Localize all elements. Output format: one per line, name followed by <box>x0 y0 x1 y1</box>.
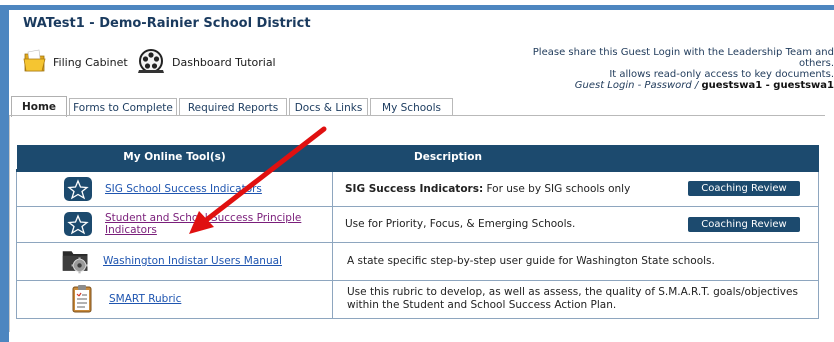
dashboard-tutorial-label: Dashboard Tutorial <box>172 56 276 69</box>
guest-login-note: Please share this Guest Login with the L… <box>504 47 834 91</box>
tab-my-schools[interactable]: My Schools <box>370 98 453 116</box>
tab-home[interactable]: Home <box>11 96 67 117</box>
folder-gear-icon <box>61 247 91 275</box>
row-description: SIG Success Indicators: For use by SIG s… <box>345 183 630 195</box>
window-left-border <box>0 5 9 342</box>
filing-cabinet-label: Filing Cabinet <box>53 56 128 69</box>
column-header-description: Description <box>332 145 819 172</box>
row-description: Use this rubric to develop, as well as a… <box>347 286 798 311</box>
row-description: Use for Priority, Focus, & Emerging Scho… <box>345 218 576 230</box>
coaching-review-button[interactable]: Coaching Review <box>688 216 800 232</box>
sig-school-success-indicators-link[interactable]: SIG School Success Indicators <box>105 183 262 195</box>
tab-forms-to-complete[interactable]: Forms to Complete <box>69 98 177 116</box>
filing-cabinet-link[interactable]: Filing Cabinet <box>23 48 128 77</box>
indistar-star-icon <box>63 175 93 203</box>
table-header-row: My Online Tool(s) Description <box>16 145 819 172</box>
description-header-label: Description <box>414 150 482 163</box>
coaching-review-button[interactable]: Coaching Review <box>688 181 800 196</box>
users-manual-link[interactable]: Washington Indistar Users Manual <box>103 255 282 267</box>
row-description: A state specific step-by-step user guide… <box>347 255 715 267</box>
guest-credentials: Guest Login - Password / guestswa1 - gue… <box>504 80 834 91</box>
smart-rubric-link[interactable]: SMART Rubric <box>109 293 181 305</box>
credentials-prefix: Guest Login - Password / <box>574 80 699 91</box>
student-school-success-indicators-link[interactable]: Student and School Success Principle Ind… <box>105 212 332 236</box>
tab-required-reports[interactable]: Required Reports <box>179 98 287 116</box>
table-row: Washington Indistar Users Manual A state… <box>16 241 819 281</box>
clipboard-icon <box>67 285 97 313</box>
credentials-value: guestswa1 - guestswa1 <box>701 80 834 91</box>
main-tabs: Home Forms to Complete Required Reports … <box>11 95 455 117</box>
description-bold: SIG Success Indicators: <box>345 182 484 195</box>
share-line-2: It allows read-only access to key docume… <box>609 69 834 80</box>
folder-icon <box>23 48 47 77</box>
online-tools-table: My Online Tool(s) Description SIG School… <box>16 145 819 319</box>
table-row: SIG School Success Indicators SIG Succes… <box>16 169 819 207</box>
table-row: SMART Rubric Use this rubric to develop,… <box>16 279 819 319</box>
district-title: WATest1 - Demo-Rainier School District <box>23 16 311 31</box>
description-text: For use by SIG schools only <box>483 182 631 195</box>
film-reel-icon <box>136 48 166 77</box>
tab-docs-links[interactable]: Docs & Links <box>289 98 368 116</box>
share-line-1: Please share this Guest Login with the L… <box>532 47 834 69</box>
table-row: Student and School Success Principle Ind… <box>16 205 819 243</box>
column-header-tool: My Online Tool(s) <box>16 145 333 172</box>
dashboard-tutorial-link[interactable]: Dashboard Tutorial <box>136 48 276 77</box>
indistar-star-icon <box>63 210 93 238</box>
